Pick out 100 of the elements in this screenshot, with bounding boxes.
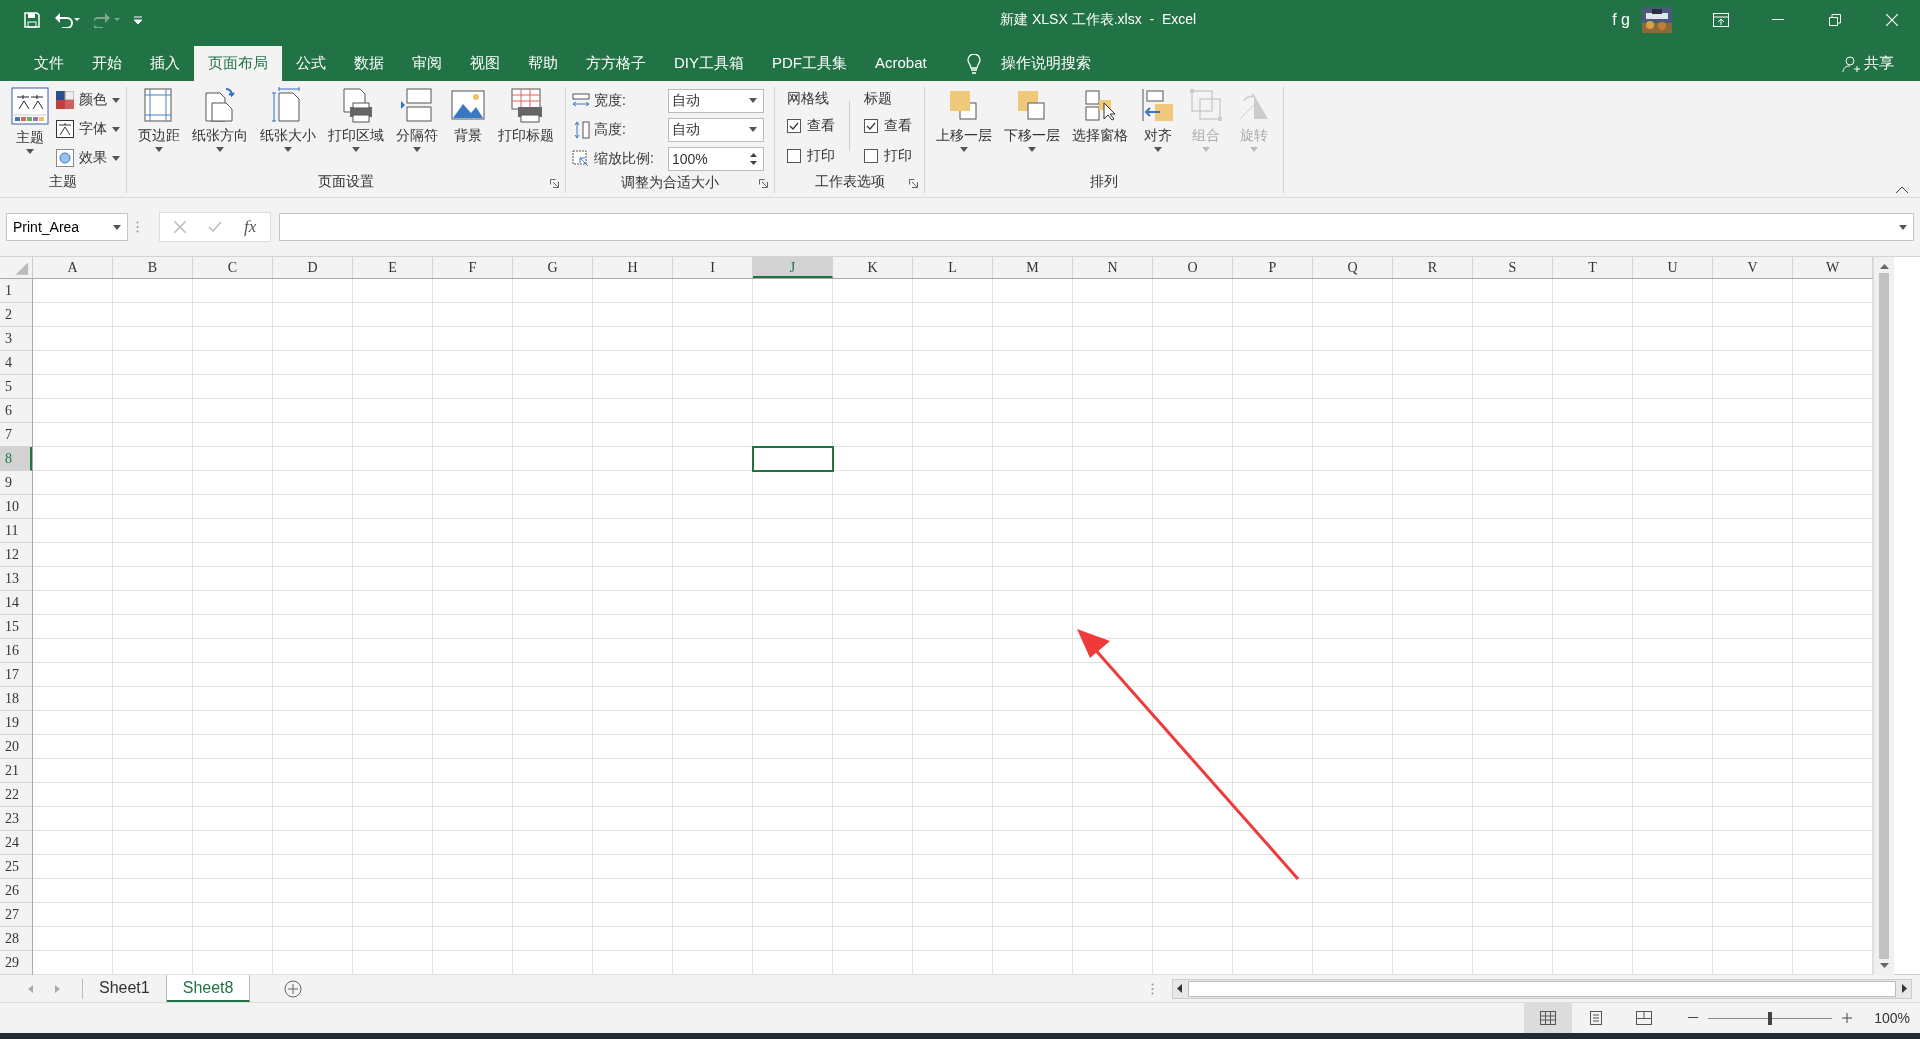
row-header[interactable]: 4 [0, 351, 32, 375]
add-sheet-icon[interactable] [284, 979, 303, 998]
menu-tab[interactable]: 公式 [282, 46, 340, 81]
ribbon-button[interactable]: 背景 [445, 87, 491, 171]
row-header[interactable]: 27 [0, 903, 32, 927]
menu-tab[interactable]: Acrobat [861, 46, 941, 81]
row-header[interactable]: 21 [0, 759, 32, 783]
ribbon-display-icon[interactable] [1712, 13, 1729, 27]
undo-icon[interactable] [54, 12, 80, 28]
themes-button[interactable]: 主题 [6, 87, 54, 171]
theme-option-button[interactable]: 效果 [56, 145, 120, 171]
menu-tab[interactable]: 页面布局 [194, 46, 282, 81]
ribbon-button[interactable]: 下移一层 [999, 87, 1065, 171]
column-header[interactable]: N [1073, 257, 1153, 278]
theme-option-button[interactable]: 颜色 [56, 87, 120, 113]
user-name[interactable]: f g [1612, 11, 1630, 29]
row-header[interactable]: 11 [0, 519, 32, 543]
spinner-field[interactable]: 100% [668, 146, 764, 171]
vertical-scrollbar[interactable] [1873, 257, 1894, 975]
column-header[interactable]: R [1393, 257, 1473, 278]
zoom-level[interactable]: 100% [1874, 1010, 1910, 1026]
checkbox[interactable] [787, 149, 801, 163]
column-header[interactable]: C [193, 257, 273, 278]
row-header[interactable]: 13 [0, 567, 32, 591]
ribbon-button[interactable]: 打印区域 [323, 87, 389, 171]
scroll-left-icon[interactable] [1176, 984, 1182, 993]
row-header[interactable]: 14 [0, 591, 32, 615]
row-header[interactable]: 9 [0, 471, 32, 495]
column-header[interactable]: A [33, 257, 113, 278]
column-header[interactable]: S [1473, 257, 1553, 278]
row-header[interactable]: 6 [0, 399, 32, 423]
menu-tab[interactable]: 文件 [20, 46, 78, 81]
row-header[interactable]: 8 [0, 447, 32, 471]
column-header[interactable]: J [753, 257, 833, 278]
column-header[interactable]: P [1233, 257, 1313, 278]
row-header[interactable]: 23 [0, 807, 32, 831]
menu-tab[interactable]: 审阅 [398, 46, 456, 81]
column-header[interactable]: V [1713, 257, 1793, 278]
save-icon[interactable] [24, 12, 40, 28]
column-header[interactable]: K [833, 257, 913, 278]
row-header[interactable]: 19 [0, 711, 32, 735]
sheet-tab[interactable]: Sheet8 [166, 975, 251, 1002]
checkbox[interactable] [864, 119, 878, 133]
column-header[interactable]: E [353, 257, 433, 278]
minimize-icon[interactable] [1771, 19, 1784, 21]
row-header[interactable]: 24 [0, 831, 32, 855]
ribbon-button[interactable]: 页边距 [133, 87, 185, 171]
row-header[interactable]: 1 [0, 279, 32, 303]
customize-icon[interactable] [134, 16, 142, 24]
column-header[interactable]: M [993, 257, 1073, 278]
menu-tab[interactable]: 数据 [340, 46, 398, 81]
tell-me-search[interactable]: 操作说明搜索 [1000, 54, 1091, 73]
menu-tab[interactable]: PDF工具集 [758, 46, 861, 81]
collapse-ribbon-icon[interactable] [1896, 186, 1908, 193]
dialog-launcher-icon[interactable] [909, 179, 918, 188]
column-header[interactable]: T [1553, 257, 1633, 278]
menu-tab[interactable]: DIY工具箱 [660, 46, 758, 81]
row-header[interactable]: 18 [0, 687, 32, 711]
row-header[interactable]: 28 [0, 927, 32, 951]
row-header[interactable]: 5 [0, 375, 32, 399]
name-box[interactable]: Print_Area [6, 213, 128, 241]
column-header[interactable]: G [513, 257, 593, 278]
ribbon-button[interactable]: 选择窗格 [1067, 87, 1133, 171]
checkbox[interactable] [864, 149, 878, 163]
scroll-down-icon[interactable] [1879, 963, 1889, 969]
row-header[interactable]: 10 [0, 495, 32, 519]
ribbon-button[interactable]: 纸张大小 [255, 87, 321, 171]
row-header[interactable]: 3 [0, 327, 32, 351]
ribbon-button[interactable]: 对齐 [1135, 87, 1181, 171]
column-header[interactable]: B [113, 257, 193, 278]
ribbon-button[interactable]: 纸张方向 [187, 87, 253, 171]
row-header[interactable]: 12 [0, 543, 32, 567]
checkbox[interactable] [787, 119, 801, 133]
dialog-launcher-icon[interactable] [550, 179, 559, 188]
column-header[interactable]: Q [1313, 257, 1393, 278]
row-header[interactable]: 20 [0, 735, 32, 759]
spinner-arrows-icon[interactable] [750, 151, 757, 166]
dropdown-field[interactable]: 自动 [668, 88, 764, 113]
row-header[interactable]: 25 [0, 855, 32, 879]
ribbon-button[interactable]: 上移一层 [931, 87, 997, 171]
row-header[interactable]: 17 [0, 663, 32, 687]
horizontal-scrollbar[interactable] [1172, 978, 1912, 999]
column-header[interactable]: L [913, 257, 993, 278]
row-header[interactable]: 2 [0, 303, 32, 327]
menu-tab[interactable]: 视图 [456, 46, 514, 81]
column-header[interactable]: H [593, 257, 673, 278]
dropdown-field[interactable]: 自动 [668, 117, 764, 142]
ribbon-button[interactable]: 分隔符 [391, 87, 443, 171]
menu-tab[interactable]: 开始 [78, 46, 136, 81]
column-header[interactable]: O [1153, 257, 1233, 278]
scroll-right-icon[interactable] [1902, 984, 1908, 993]
column-header[interactable]: D [273, 257, 353, 278]
insert-function-button[interactable]: fx [244, 217, 257, 237]
row-header[interactable]: 22 [0, 783, 32, 807]
share-button[interactable]: 共享 [1842, 46, 1894, 81]
row-header[interactable]: 26 [0, 879, 32, 903]
close-icon[interactable] [1885, 14, 1898, 26]
ribbon-button[interactable]: 打印标题 [493, 87, 559, 171]
menu-tab[interactable]: 插入 [136, 46, 194, 81]
menu-tab[interactable]: 帮助 [514, 46, 572, 81]
